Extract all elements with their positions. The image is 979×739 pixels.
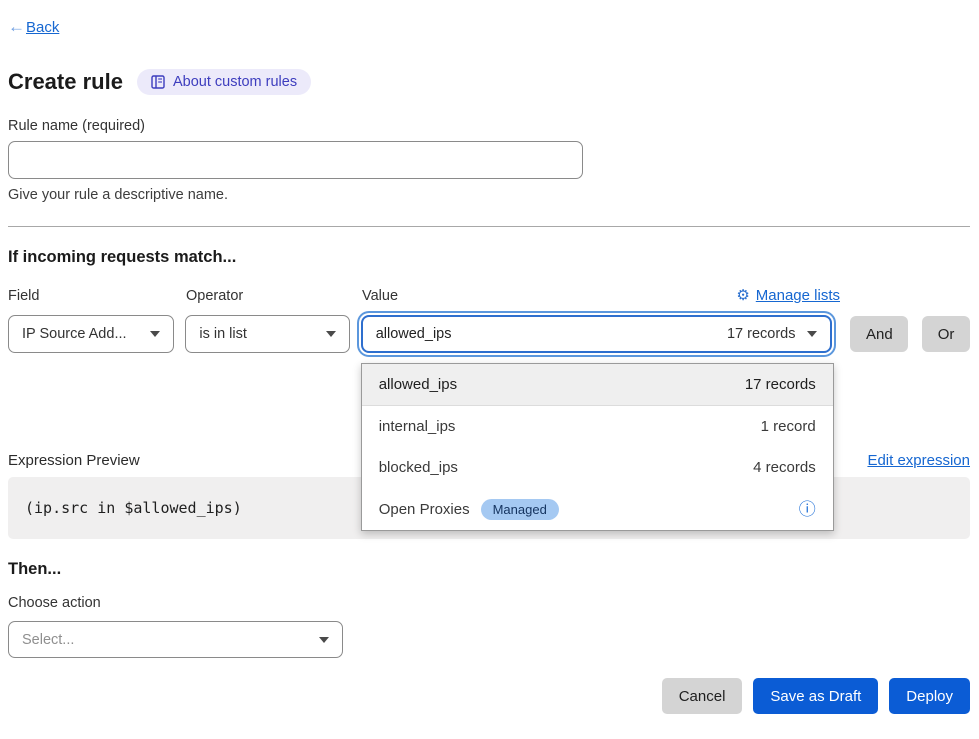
list-item-internal-ips[interactable]: internal_ips 1 record — [362, 406, 833, 448]
value-label-row: Value ⚙ Manage lists — [362, 287, 840, 304]
condition-controls-row: IP Source Add... is in list allowed_ips … — [8, 315, 970, 353]
list-item-name: Open Proxies — [379, 501, 470, 518]
back-link-label: Back — [26, 19, 59, 36]
chevron-down-icon — [807, 331, 817, 337]
list-item-left: Open Proxies Managed — [379, 499, 559, 520]
then-heading: Then... — [8, 560, 970, 579]
title-row: Create rule About custom rules — [8, 69, 970, 95]
value-select-name: allowed_ips — [376, 326, 452, 342]
list-item-count: 4 records — [753, 459, 816, 476]
about-badge-label: About custom rules — [173, 74, 297, 90]
field-label: Field — [8, 288, 186, 304]
match-section-heading: If incoming requests match... — [8, 248, 970, 267]
expression-preview-label: Expression Preview — [8, 452, 140, 469]
about-custom-rules-link[interactable]: About custom rules — [137, 69, 311, 95]
list-item-open-proxies[interactable]: Open Proxies Managed ⓘ — [362, 489, 833, 531]
lists-dropdown: allowed_ips 17 records internal_ips 1 re… — [361, 363, 834, 531]
value-label: Value — [362, 288, 398, 304]
list-item-name: internal_ips — [379, 418, 456, 435]
chevron-down-icon — [326, 331, 336, 337]
list-item-name: blocked_ips — [379, 459, 458, 476]
list-item-blocked-ips[interactable]: blocked_ips 4 records — [362, 447, 833, 489]
choose-action-label: Choose action — [8, 595, 970, 611]
condition-labels-row: Field Operator Value ⚙ Manage lists — [8, 287, 970, 304]
book-icon — [151, 75, 165, 89]
gear-icon: ⚙ — [736, 288, 749, 303]
and-button[interactable]: And — [850, 316, 908, 352]
create-rule-page: ← Back Create rule About custom rules Ru… — [0, 0, 979, 739]
operator-select[interactable]: is in list — [185, 315, 349, 353]
manage-lists-link[interactable]: ⚙ Manage lists — [736, 287, 840, 304]
list-item-count: 1 record — [761, 418, 816, 435]
list-item-name: allowed_ips — [379, 376, 457, 393]
value-select-count: 17 records — [727, 326, 796, 342]
manage-lists-label: Manage lists — [756, 287, 840, 304]
page-title: Create rule — [8, 69, 123, 95]
list-item-count: 17 records — [745, 376, 816, 393]
value-select[interactable]: allowed_ips 17 records — [361, 315, 833, 353]
list-item-allowed-ips[interactable]: allowed_ips 17 records — [362, 364, 833, 406]
save-as-draft-button[interactable]: Save as Draft — [753, 678, 878, 714]
back-arrow-icon: ← — [8, 17, 25, 37]
section-divider — [8, 226, 970, 227]
deploy-button[interactable]: Deploy — [889, 678, 970, 714]
rule-name-helper: Give your rule a descriptive name. — [8, 187, 970, 203]
managed-badge: Managed — [481, 499, 559, 520]
field-select-value: IP Source Add... — [22, 326, 127, 342]
expression-code: (ip.src in $allowed_ips) — [25, 499, 242, 517]
field-select[interactable]: IP Source Add... — [8, 315, 174, 353]
edit-expression-link[interactable]: Edit expression — [867, 452, 970, 469]
footer-actions: Cancel Save as Draft Deploy — [8, 678, 970, 714]
chevron-down-icon — [150, 331, 160, 337]
operator-label: Operator — [186, 288, 362, 304]
info-icon[interactable]: ⓘ — [799, 501, 816, 518]
back-row: ← Back — [8, 0, 970, 37]
rule-name-label: Rule name (required) — [8, 118, 970, 134]
action-select[interactable]: Select... — [8, 621, 343, 658]
back-link[interactable]: ← Back — [8, 17, 59, 37]
operator-select-value: is in list — [199, 326, 247, 342]
action-select-placeholder: Select... — [22, 632, 74, 648]
rule-name-input[interactable] — [8, 141, 583, 179]
cancel-button[interactable]: Cancel — [662, 678, 743, 714]
value-select-wrap: allowed_ips 17 records allowed_ips 17 re… — [361, 315, 833, 353]
chevron-down-icon — [319, 637, 329, 643]
value-select-right: 17 records — [727, 326, 818, 342]
or-button[interactable]: Or — [922, 316, 970, 352]
